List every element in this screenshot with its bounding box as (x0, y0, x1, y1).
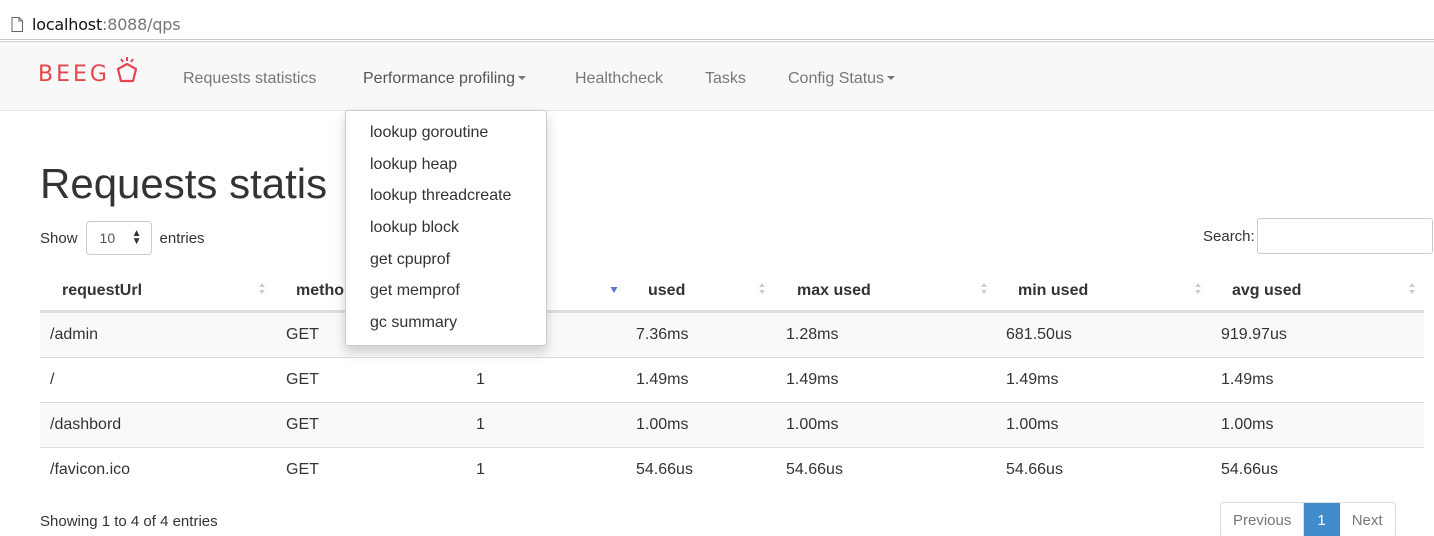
nav-requests-statistics[interactable]: Requests statistics (183, 70, 316, 88)
column-header-avg-used[interactable]: avg used (1232, 282, 1301, 300)
cell-max-used: 1.49ms (786, 371, 839, 388)
cell-requesturl: /favicon.ico (50, 461, 131, 478)
sort-both-icon[interactable] (1408, 281, 1416, 297)
cell-min-used: 1.49ms (1006, 371, 1059, 388)
cell-used: 1.49ms (636, 371, 689, 388)
cell-used: 1.00ms (636, 416, 689, 433)
cell-min-used: 54.66us (1006, 461, 1063, 478)
cell-min-used: 681.50us (1006, 326, 1072, 343)
sort-both-icon[interactable] (258, 281, 266, 297)
pagination-next[interactable]: Next (1339, 503, 1395, 536)
cell-method: GET (286, 326, 319, 343)
nav-config-status-label: Config Status (788, 70, 885, 87)
sort-desc-icon[interactable] (610, 284, 618, 300)
table-header: requestUrl metho used max used min used … (40, 268, 1424, 312)
entries-select[interactable]: 10 ▲ ▼ (85, 221, 152, 255)
cell-requesturl: /admin (50, 326, 99, 343)
cell-used: 54.66us (636, 461, 693, 478)
navbar: BEEG Requests statistics Performance pro… (0, 44, 1434, 111)
pagination-page-1[interactable]: 1 (1304, 503, 1340, 536)
cell-times: 1 (476, 371, 485, 388)
search-label: Search: (1203, 227, 1255, 245)
sort-both-icon[interactable] (1194, 281, 1202, 297)
table-search: Search: (1203, 218, 1433, 254)
column-header-min-used[interactable]: min used (1018, 282, 1088, 300)
pagination: Previous 1 Next (1220, 502, 1396, 536)
menu-item-lookup-block[interactable]: lookup block (346, 212, 546, 244)
search-input[interactable] (1256, 218, 1433, 254)
cell-avg-used: 1.00ms (1221, 416, 1274, 433)
column-header-used[interactable]: used (648, 282, 685, 300)
length-prefix: Show (40, 229, 78, 247)
performance-profiling-menu: lookup goroutine lookup heap lookup thre… (345, 110, 547, 346)
nav-config-status[interactable]: Config Status (788, 70, 896, 88)
column-header-requesturl[interactable]: requestUrl (62, 282, 142, 300)
nav-healthcheck[interactable]: Healthcheck (575, 70, 663, 88)
menu-item-gc-summary[interactable]: gc summary (346, 307, 546, 339)
entries-length-control: Show 10 ▲ ▼ entries (40, 221, 205, 255)
brand-logo[interactable]: BEEG (38, 54, 142, 94)
column-header-max-used[interactable]: max used (797, 282, 871, 300)
caret-down-icon (518, 75, 527, 80)
cell-max-used: 1.28ms (786, 326, 839, 343)
cell-avg-used: 919.97us (1221, 326, 1287, 343)
page-title: Requests statis (40, 160, 328, 207)
beego-logo-icon (116, 57, 138, 83)
cell-requesturl: /dashbord (50, 416, 122, 433)
cell-requesturl: / (50, 371, 55, 388)
address-bar[interactable]: localhost:8088/qps (0, 0, 1434, 40)
cell-max-used: 54.66us (786, 461, 843, 478)
table-info: Showing 1 to 4 of 4 entries (40, 513, 218, 530)
cell-times: 1 (476, 461, 485, 478)
column-header-method[interactable]: metho (296, 282, 344, 300)
cell-method: GET (286, 461, 319, 478)
cell-min-used: 1.00ms (1006, 416, 1059, 433)
table-row: /favicon.ico GET 1 54.66us 54.66us 54.66… (40, 447, 1424, 492)
select-arrows-icon: ▲ ▼ (131, 228, 142, 247)
nav-tasks[interactable]: Tasks (705, 70, 746, 88)
menu-item-get-memprof[interactable]: get memprof (346, 275, 546, 307)
page-icon (11, 17, 23, 32)
table-row: / GET 1 1.49ms 1.49ms 1.49ms 1.49ms (40, 357, 1424, 402)
cell-method: GET (286, 371, 319, 388)
table-row: /dashbord GET 1 1.00ms 1.00ms 1.00ms 1.0… (40, 402, 1424, 447)
cell-times: 1 (476, 416, 485, 433)
menu-item-lookup-goroutine[interactable]: lookup goroutine (346, 117, 546, 149)
url-text[interactable]: localhost:8088/qps (32, 15, 181, 34)
url-path: :8088/qps (102, 15, 181, 34)
nav-performance-profiling[interactable]: Performance profiling (363, 70, 527, 88)
cell-method: GET (286, 416, 319, 433)
entries-select-value: 10 (99, 230, 116, 246)
pagination-previous[interactable]: Previous (1221, 503, 1305, 536)
menu-item-lookup-threadcreate[interactable]: lookup threadcreate (346, 180, 546, 212)
table-row: /admin GET 7.36ms 1.28ms 681.50us 919.97… (40, 312, 1424, 357)
brand-text: BEEG (38, 61, 110, 87)
sort-both-icon[interactable] (758, 281, 766, 297)
menu-item-lookup-heap[interactable]: lookup heap (346, 149, 546, 181)
caret-down-icon (887, 75, 896, 80)
cell-avg-used: 1.49ms (1221, 371, 1274, 388)
toolbar-divider (0, 41, 1434, 43)
length-suffix: entries (159, 229, 205, 247)
cell-max-used: 1.00ms (786, 416, 839, 433)
url-host: localhost (32, 15, 103, 34)
sort-both-icon[interactable] (980, 281, 988, 297)
cell-used: 7.36ms (636, 326, 689, 343)
nav-performance-profiling-label: Performance profiling (363, 70, 516, 87)
cell-avg-used: 54.66us (1221, 461, 1278, 478)
menu-item-get-cpuprof[interactable]: get cpuprof (346, 244, 546, 276)
